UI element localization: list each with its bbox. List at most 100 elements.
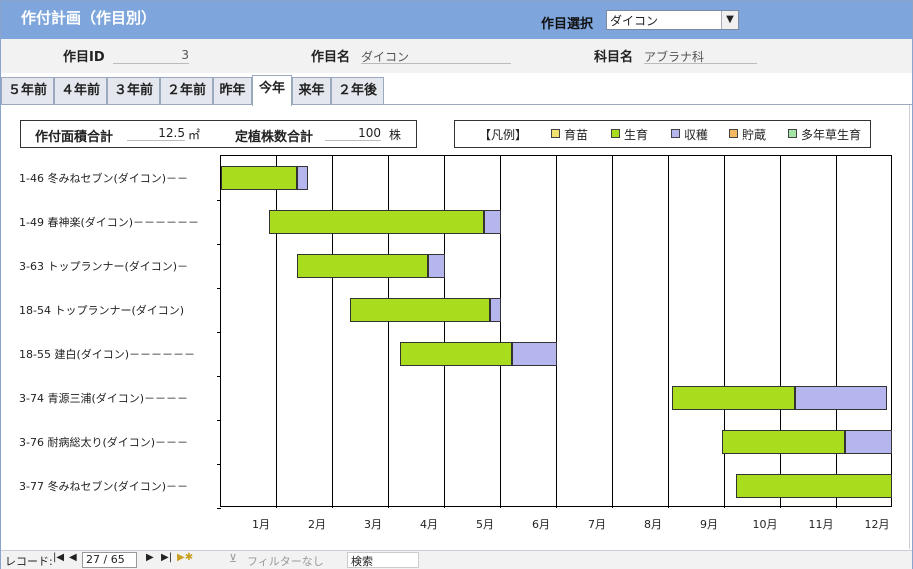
month-gridline — [556, 156, 557, 508]
month-tick-label: 3月 — [364, 518, 382, 531]
legend-label-seedling: 育苗 — [564, 128, 589, 142]
chevron-down-icon[interactable]: ▼ — [721, 11, 738, 29]
crop-select-dropdown[interactable]: ダイコン ▼ — [606, 10, 739, 30]
row-label: 3-63 トップランナー(ダイコン)－ — [19, 260, 189, 273]
legend-label-storage: 貯蔵 — [742, 128, 767, 142]
crop-select-value: ダイコン — [610, 14, 659, 28]
legend-title: 【凡例】 — [479, 128, 528, 142]
month-gridline — [332, 156, 333, 508]
side-border — [909, 105, 912, 549]
tab-last-year[interactable]: 昨年 — [213, 77, 252, 105]
month-tick-label: 10月 — [752, 518, 778, 531]
search-input[interactable]: 検索 — [347, 552, 419, 568]
month-tick-label: 9月 — [700, 518, 718, 531]
month-gridline — [724, 156, 725, 508]
month-gridline — [668, 156, 669, 508]
tab-3-years-ago[interactable]: ３年前 — [107, 77, 160, 105]
row-label: 18-54 トップランナー(ダイコン) — [19, 304, 185, 317]
filter-label[interactable]: フィルターなし — [247, 553, 324, 569]
growth-bar[interactable] — [296, 254, 429, 278]
new-record-icon[interactable]: ▶✱ — [177, 552, 193, 563]
harvest-bar[interactable] — [296, 166, 308, 190]
growth-bar[interactable] — [671, 386, 795, 410]
growth-bar[interactable] — [722, 430, 846, 454]
record-label: レコード: — [5, 555, 53, 568]
row-label: 1-46 冬みねセブン(ダイコン)－－ — [19, 172, 189, 185]
last-record-icon[interactable]: ▶| — [161, 552, 172, 563]
legend-label-harvest: 収穫 — [684, 128, 709, 142]
row-tick — [217, 288, 221, 289]
growth-bar[interactable] — [268, 210, 485, 234]
record-nav-bar: レコード: |◀ ◀ 27 / 65 ▶ ▶| ▶✱ ⊻ フィルターなし 検索 — [1, 550, 912, 569]
harvest-bar[interactable] — [795, 386, 888, 410]
title-bar: 作付計画（作目別） 作目選択 ダイコン ▼ — [1, 1, 912, 39]
row-label: 3-76 耐病総太り(ダイコン)－－－ — [19, 436, 189, 449]
month-gridline — [388, 156, 389, 508]
crop-name-field[interactable]: ダイコン — [361, 48, 511, 64]
form-title: 作付計画（作目別） — [21, 9, 157, 27]
tab-2-years-later[interactable]: ２年後 — [331, 77, 384, 105]
tab-5-years-ago[interactable]: ５年前 — [1, 77, 54, 105]
growth-bar[interactable] — [400, 342, 513, 366]
legend-swatch-perennial — [788, 129, 797, 138]
tab-this-year[interactable]: 今年 — [252, 75, 292, 106]
row-tick — [217, 508, 221, 509]
tab-4-years-ago[interactable]: ４年前 — [54, 77, 107, 105]
month-gridline — [612, 156, 613, 508]
crop-select-label: 作目選択 — [541, 17, 594, 32]
row-label: 18-55 建白(ダイコン)－－－－－－ — [19, 348, 196, 361]
growth-bar[interactable] — [221, 166, 297, 190]
month-tick-label: 12月 — [864, 518, 890, 531]
month-gridline — [500, 156, 501, 508]
legend-swatch-storage — [729, 129, 738, 138]
harvest-bar[interactable] — [512, 342, 557, 366]
month-gridline — [780, 156, 781, 508]
first-record-icon[interactable]: |◀ — [53, 552, 64, 563]
crop-id-field[interactable]: 3 — [113, 48, 189, 64]
legend-box: 【凡例】 育苗 生育 収穫 貯蔵 多年草生育 — [454, 120, 871, 148]
crop-name-label: 作目名 — [311, 50, 351, 65]
growth-bar[interactable] — [736, 474, 892, 498]
area-unit: ㎡ — [188, 128, 201, 142]
gantt-chart — [217, 155, 892, 509]
month-tick-label: 7月 — [588, 518, 606, 531]
legend-swatch-seedling — [551, 129, 560, 138]
month-tick-label: 11月 — [808, 518, 834, 531]
harvest-bar[interactable] — [489, 298, 501, 322]
growth-bar[interactable] — [349, 298, 490, 322]
row-tick — [217, 332, 221, 333]
summary-box: 作付面積合計 12.5 ㎡ 定植株数合計 100 株 — [20, 120, 417, 148]
area-total-value: 12.5 — [127, 126, 185, 141]
family-field[interactable]: アブラナ科 — [644, 48, 757, 64]
row-label: 3-77 冬みねセブン(ダイコン)－－ — [19, 480, 189, 493]
crop-id-label: 作目ID — [63, 50, 105, 65]
area-total-label: 作付面積合計 — [35, 130, 114, 145]
month-gridline — [836, 156, 837, 508]
family-label: 科目名 — [594, 50, 634, 65]
harvest-bar[interactable] — [428, 254, 445, 278]
month-tick-label: 4月 — [420, 518, 438, 531]
legend-swatch-harvest — [671, 129, 680, 138]
row-tick — [217, 464, 221, 465]
form-window: 作付計画（作目別） 作目選択 ダイコン ▼ 作目ID 3 作目名 ダイコン 科目… — [0, 0, 913, 569]
row-label: 3-74 青源三浦(ダイコン)－－－－ — [19, 392, 189, 405]
plant-unit: 株 — [389, 128, 402, 142]
harvest-bar[interactable] — [845, 430, 892, 454]
prev-record-icon[interactable]: ◀ — [69, 552, 77, 563]
row-tick — [217, 376, 221, 377]
month-tick-label: 2月 — [308, 518, 326, 531]
plant-total-label: 定植株数合計 — [235, 130, 314, 145]
tab-2-years-ago[interactable]: ２年前 — [160, 77, 213, 105]
plant-total-value: 100 — [325, 126, 381, 141]
filter-icon[interactable]: ⊻ — [229, 552, 237, 565]
next-record-icon[interactable]: ▶ — [146, 552, 154, 563]
month-tick-label: 1月 — [252, 518, 270, 531]
record-number-input[interactable]: 27 / 65 — [82, 552, 137, 568]
harvest-bar[interactable] — [484, 210, 501, 234]
legend-label-growth: 生育 — [624, 128, 649, 142]
month-tick-label: 8月 — [644, 518, 662, 531]
tab-next-year[interactable]: 来年 — [292, 77, 331, 105]
month-tick-label: 5月 — [476, 518, 494, 531]
tab-divider — [1, 104, 912, 105]
legend-label-perennial: 多年草生育 — [801, 128, 862, 142]
